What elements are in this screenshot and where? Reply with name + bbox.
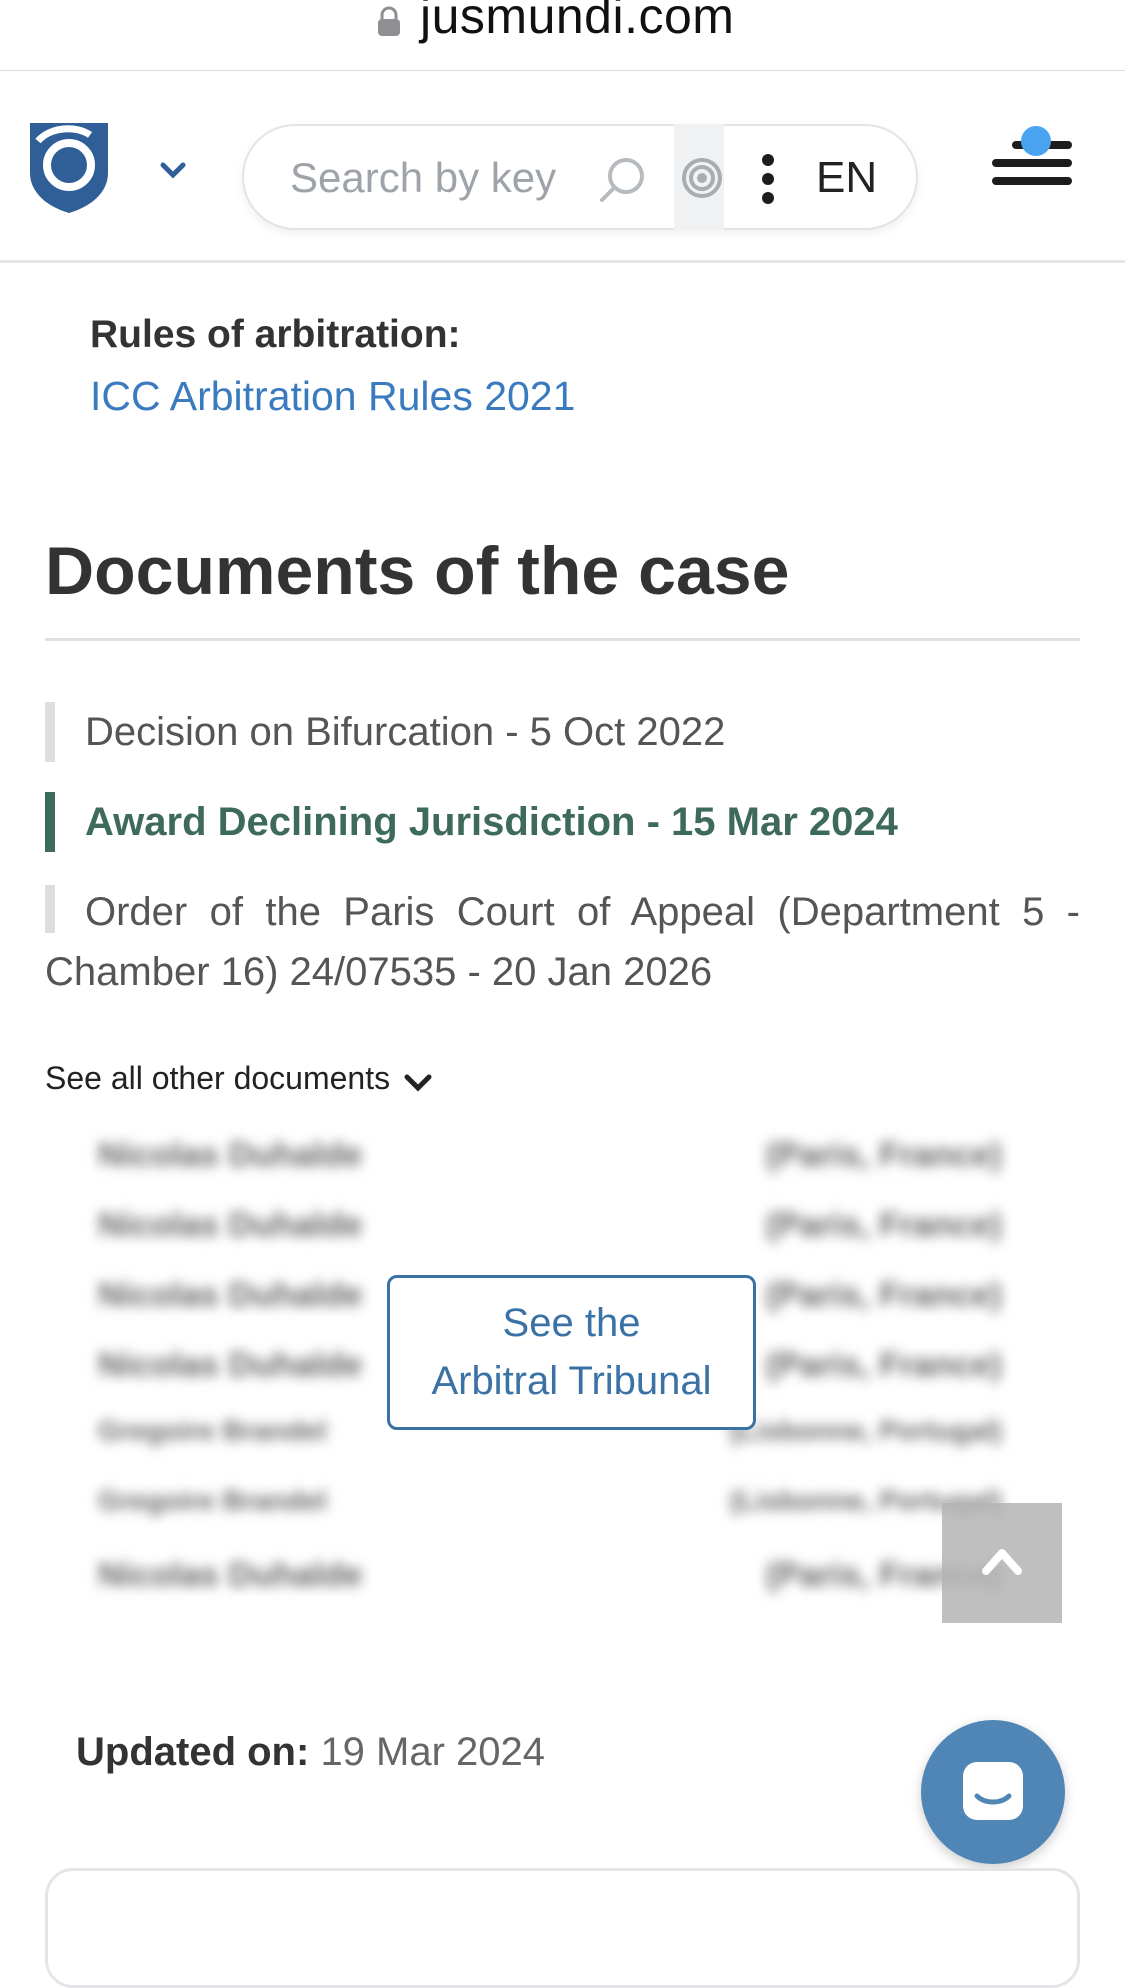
tribunal-row: Nicolas Duhalde (Paris, France) [90,1130,1010,1180]
chevron-up-icon [982,1549,1022,1575]
more-vertical-icon[interactable] [760,152,776,206]
document-item-active[interactable]: Award Declining Jurisdiction - 15 Mar 20… [45,792,1080,852]
url-text: jusmundi.com [420,0,735,44]
arbitrator-name: Gregoire Brandel [98,1485,327,1516]
search-input[interactable] [288,148,588,208]
site-header: EN [0,71,1125,263]
see-all-label: See all other documents [45,1060,391,1096]
see-all-documents-link[interactable]: See all other documents [45,1054,433,1102]
arbitrator-name: Nicolas Duhalde [98,1346,363,1384]
search-bar: EN [242,124,918,230]
document-item[interactable]: Decision on Bifurcation - 5 Oct 2022 [45,702,1080,762]
arbitrator-name: Nicolas Duhalde [98,1206,363,1244]
language-selector[interactable]: EN [816,148,877,208]
chevron-down-icon[interactable] [158,159,188,181]
chevron-down-icon [404,1074,432,1092]
arbitrator-name: Nicolas Duhalde [98,1276,363,1314]
arbitrator-location: (Paris, France) [765,1276,1002,1314]
document-label: Decision on Bifurcation - 5 Oct 2022 [85,710,726,754]
button-line-1: See the [502,1301,641,1345]
browser-url-bar[interactable]: jusmundi.com [0,0,1125,71]
tribunal-row: Gregoire Brandel (Lisbonne, Portugal) [90,1476,1010,1526]
jus-mundi-logo[interactable] [28,121,110,213]
arbitrator-location: (Paris, France) [765,1346,1002,1384]
notification-dot [1021,126,1051,156]
updated-date: 19 Mar 2024 [320,1730,546,1774]
chat-button[interactable] [921,1720,1065,1864]
search-icon[interactable] [596,154,648,206]
target-icon[interactable] [680,156,724,200]
arbitrator-name: Gregoire Brandel [98,1415,327,1446]
updated-on: Updated on: 19 Mar 2024 [76,1724,545,1780]
arbitrator-location: (Lisbonne, Portugal) [729,1415,1002,1446]
chat-icon [963,1762,1023,1820]
document-marker [45,885,55,933]
arbitrator-name: Nicolas Duhalde [98,1136,363,1174]
section-divider [45,638,1080,641]
document-item[interactable]: Order of the Paris Court of Appeal (Depa… [45,882,1080,1002]
rules-label: Rules of arbitration: [90,313,461,356]
bottom-card [45,1868,1080,1988]
scroll-to-top-button[interactable] [942,1503,1062,1623]
arbitrator-name: Nicolas Duhalde [98,1556,363,1594]
updated-label: Updated on: [76,1730,310,1774]
document-label: Award Declining Jurisdiction - 15 Mar 20… [85,800,898,844]
tribunal-row: Nicolas Duhalde (Paris, France) [90,1200,1010,1250]
arbitrator-location: (Paris, France) [765,1136,1002,1174]
tribunal-row: Nicolas Duhalde (Paris, France) [90,1550,1010,1600]
see-arbitral-tribunal-button[interactable]: See the Arbitral Tribunal [387,1275,756,1430]
lock-icon [378,6,400,36]
button-line-2: Arbitral Tribunal [431,1359,712,1403]
menu-icon[interactable] [990,125,1074,203]
arbitrator-location: (Paris, France) [765,1206,1002,1244]
section-title: Documents of the case [45,533,790,609]
document-label: Order of the Paris Court of Appeal (Depa… [45,890,1080,994]
rules-link[interactable]: ICC Arbitration Rules 2021 [90,368,575,424]
